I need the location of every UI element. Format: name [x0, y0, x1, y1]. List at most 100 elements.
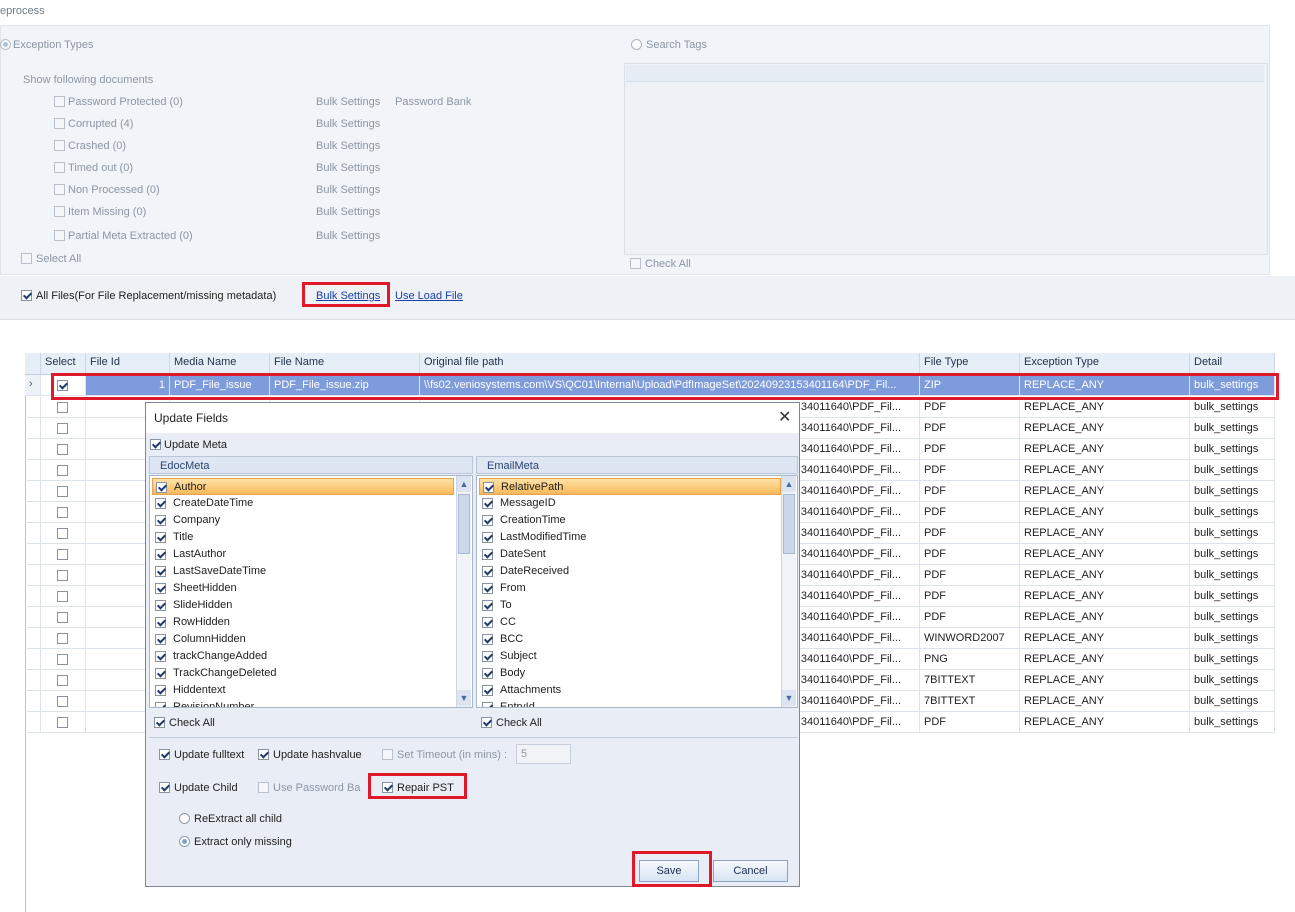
search-tags-radio[interactable]	[631, 39, 642, 50]
exception-item-checkbox[interactable]	[54, 96, 65, 107]
list-item-checkbox[interactable]	[482, 566, 493, 577]
row-select-checkbox[interactable]	[57, 696, 68, 707]
exception-item-bulk-settings[interactable]: Bulk Settings	[316, 118, 380, 130]
update-meta-checkbox[interactable]	[150, 439, 161, 450]
list-item-checkbox[interactable]	[155, 702, 166, 707]
row-select-checkbox[interactable]	[57, 717, 68, 728]
list-item[interactable]: SheetHidden	[152, 580, 454, 597]
list-item-checkbox[interactable]	[483, 482, 494, 493]
exception-item-bulk-settings[interactable]: Bulk Settings	[316, 96, 380, 108]
exception-item-bulk-settings[interactable]: Bulk Settings	[316, 140, 380, 152]
list-item[interactable]: BCC	[479, 631, 781, 648]
list-item-checkbox[interactable]	[156, 482, 167, 493]
list-item-checkbox[interactable]	[482, 685, 493, 696]
scroll-thumb[interactable]	[458, 494, 470, 554]
list-item-checkbox[interactable]	[155, 583, 166, 594]
list-item-checkbox[interactable]	[482, 634, 493, 645]
update-fulltext-checkbox[interactable]	[159, 749, 170, 760]
list-item-checkbox[interactable]	[155, 515, 166, 526]
row-select-checkbox[interactable]	[57, 423, 68, 434]
select-all-checkbox[interactable]	[21, 253, 32, 264]
col-filename-header[interactable]: File Name	[270, 353, 420, 375]
list-item-checkbox[interactable]	[482, 549, 493, 560]
row-select-checkbox[interactable]	[57, 507, 68, 518]
set-timeout-checkbox[interactable]	[382, 749, 393, 760]
use-load-file-link[interactable]: Use Load File	[395, 290, 463, 302]
list-item[interactable]: Attachments	[479, 682, 781, 699]
update-hashvalue-checkbox[interactable]	[258, 749, 269, 760]
use-password-bank-checkbox[interactable]	[258, 782, 269, 793]
scroll-thumb[interactable]	[783, 494, 795, 554]
row-select-checkbox[interactable]	[57, 591, 68, 602]
list-item[interactable]: LastModifiedTime	[479, 529, 781, 546]
list-item-checkbox[interactable]	[155, 685, 166, 696]
row-select-checkbox[interactable]	[57, 465, 68, 476]
list-item-checkbox[interactable]	[482, 583, 493, 594]
list-item-checkbox[interactable]	[482, 600, 493, 611]
list-item[interactable]: DateSent	[479, 546, 781, 563]
list-item-checkbox[interactable]	[155, 668, 166, 679]
row-select-checkbox[interactable]	[57, 528, 68, 539]
col-select-header[interactable]: Select	[41, 353, 86, 375]
row-select-checkbox[interactable]	[57, 444, 68, 455]
list-item[interactable]: LastAuthor	[152, 546, 454, 563]
col-exception-header[interactable]: Exception Type	[1020, 353, 1190, 375]
all-files-checkbox[interactable]	[21, 290, 32, 301]
list-item[interactable]: RevisionNumber	[152, 699, 454, 707]
list-item-checkbox[interactable]	[482, 668, 493, 679]
list-item[interactable]: To	[479, 597, 781, 614]
email-scrollbar[interactable]: ▲ ▼	[781, 476, 796, 707]
list-item[interactable]: LastSaveDateTime	[152, 563, 454, 580]
list-item[interactable]: RelativePath	[479, 478, 781, 495]
exception-item-bulk-settings[interactable]: Bulk Settings	[316, 184, 380, 196]
list-item[interactable]: MessageID	[479, 495, 781, 512]
col-detail-header[interactable]: Detail	[1190, 353, 1275, 375]
check-all-tags-checkbox[interactable]	[630, 258, 641, 269]
list-item-checkbox[interactable]	[155, 617, 166, 628]
row-select-checkbox[interactable]	[57, 402, 68, 413]
exception-item-checkbox[interactable]	[54, 230, 65, 241]
list-item[interactable]: Author	[152, 478, 454, 495]
row-select-checkbox[interactable]	[57, 633, 68, 644]
scroll-down-icon[interactable]: ▼	[457, 690, 471, 706]
edoc-check-all-checkbox[interactable]	[154, 717, 165, 728]
exception-item-checkbox[interactable]	[54, 184, 65, 195]
exception-item-checkbox[interactable]	[54, 162, 65, 173]
list-item[interactable]: Hiddentext	[152, 682, 454, 699]
timeout-input[interactable]: 5	[516, 744, 571, 764]
list-item[interactable]: RowHidden	[152, 614, 454, 631]
list-item[interactable]: trackChangeAdded	[152, 648, 454, 665]
exception-item-bulk-settings[interactable]: Bulk Settings	[316, 206, 380, 218]
list-item[interactable]: Company	[152, 512, 454, 529]
list-item[interactable]: Body	[479, 665, 781, 682]
list-item[interactable]: SlideHidden	[152, 597, 454, 614]
list-item[interactable]: CC	[479, 614, 781, 631]
exception-item-checkbox[interactable]	[54, 206, 65, 217]
scroll-up-icon[interactable]: ▲	[457, 476, 471, 492]
col-filetype-header[interactable]: File Type	[920, 353, 1020, 375]
update-child-checkbox[interactable]	[159, 782, 170, 793]
list-item[interactable]: CreateDateTime	[152, 495, 454, 512]
list-item-checkbox[interactable]	[155, 651, 166, 662]
col-path-header[interactable]: Original file path	[420, 353, 920, 375]
list-item[interactable]: DateReceived	[479, 563, 781, 580]
row-select-checkbox[interactable]	[57, 612, 68, 623]
edoc-scrollbar[interactable]: ▲ ▼	[456, 476, 471, 707]
list-item-checkbox[interactable]	[155, 566, 166, 577]
cancel-button[interactable]: Cancel	[713, 860, 788, 882]
list-item[interactable]: From	[479, 580, 781, 597]
list-item[interactable]: EntryId	[479, 699, 781, 707]
row-select-checkbox[interactable]	[57, 570, 68, 581]
exception-item-bulk-settings[interactable]: Bulk Settings	[316, 230, 380, 242]
list-item-checkbox[interactable]	[482, 617, 493, 628]
row-select-checkbox[interactable]	[57, 654, 68, 665]
exception-item-checkbox[interactable]	[54, 118, 65, 129]
exception-item-checkbox[interactable]	[54, 140, 65, 151]
exception-item-password-bank[interactable]: Password Bank	[395, 96, 471, 108]
list-item-checkbox[interactable]	[155, 634, 166, 645]
list-item[interactable]: Subject	[479, 648, 781, 665]
list-item-checkbox[interactable]	[155, 498, 166, 509]
list-item-checkbox[interactable]	[482, 498, 493, 509]
scroll-up-icon[interactable]: ▲	[782, 476, 796, 492]
list-item-checkbox[interactable]	[482, 532, 493, 543]
